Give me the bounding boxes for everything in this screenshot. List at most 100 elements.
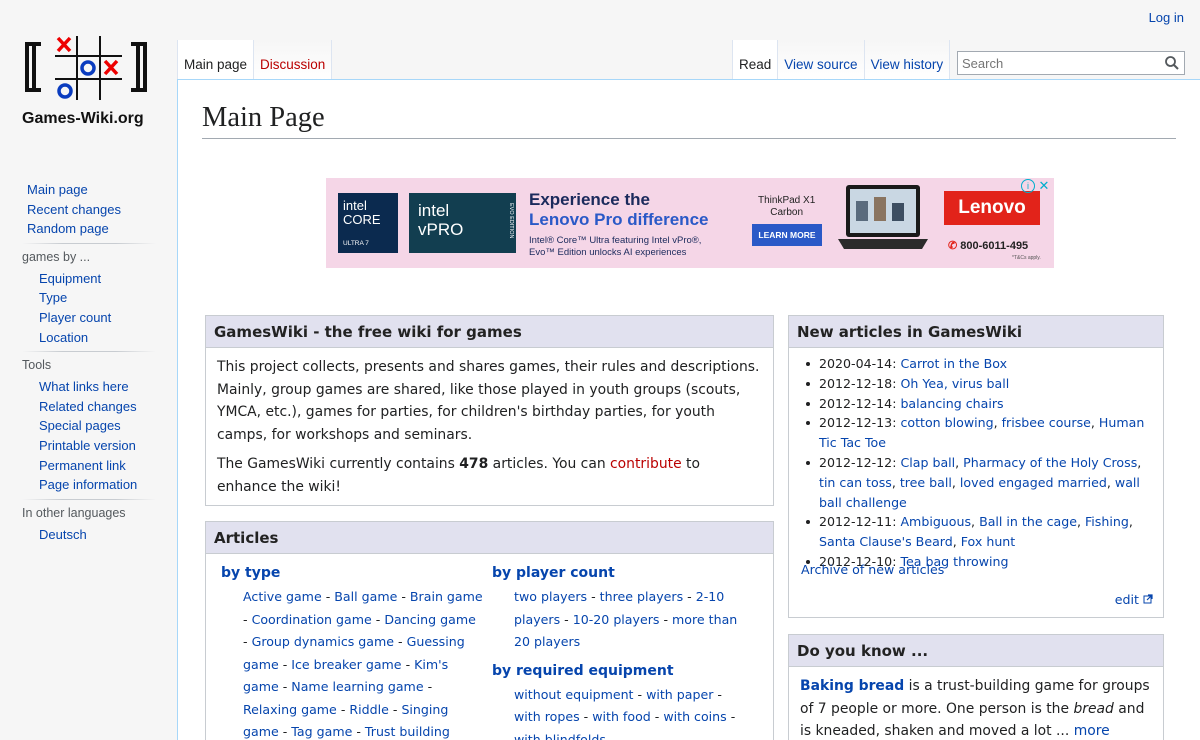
article-link-tree-ball[interactable]: tree ball — [900, 475, 952, 490]
search-input[interactable] — [958, 52, 1158, 74]
article-link-oh-yea-virus-ball[interactable]: Oh Yea, virus ball — [900, 376, 1009, 391]
separator: , — [1106, 474, 1115, 490]
divider — [22, 351, 156, 353]
by-equipment-heading[interactable]: by required equipment — [492, 658, 770, 684]
category-link-with-ropes[interactable]: with ropes — [514, 709, 580, 724]
edit-link[interactable]: edit — [1115, 592, 1139, 607]
category-link-riddle[interactable]: Riddle — [349, 702, 389, 717]
category-link-10-20-players[interactable]: 10-20 players — [573, 612, 660, 627]
sidebar-item-location[interactable]: Location — [39, 330, 88, 345]
by-player-count-heading[interactable]: by player count — [492, 560, 770, 586]
article-link-carrot-in-the-box[interactable]: Carrot in the Box — [900, 356, 1007, 371]
separator: - — [352, 724, 365, 739]
search-box — [957, 51, 1185, 75]
article-link-loved-engaged-married[interactable]: loved engaged married — [960, 475, 1107, 490]
separator: - — [388, 701, 402, 717]
sidebar-item-printable-version[interactable]: Printable version — [39, 438, 136, 453]
category-link-two-players[interactable]: two players — [514, 589, 587, 604]
article-date: 2012-12-13: — [819, 415, 901, 431]
category-link-tag-game[interactable]: Tag game — [291, 724, 352, 739]
category-link-with-paper[interactable]: with paper — [646, 687, 713, 702]
advertisement-banner[interactable]: intel CORE ULTRA 7 intel vPRO EVO EDITIO… — [326, 178, 1054, 268]
learn-more-button[interactable]: LEARN MORE — [752, 224, 822, 246]
separator: , — [951, 474, 960, 490]
article-date: 2012-12-12: — [819, 454, 901, 470]
sidebar-item-what-links-here[interactable]: What links here — [39, 379, 129, 394]
article-link-fishing[interactable]: Fishing — [1085, 514, 1129, 529]
article-link-cotton-blowing[interactable]: cotton blowing — [900, 415, 993, 430]
category-link-group-dynamics-game[interactable]: Group dynamics game — [252, 634, 394, 649]
ad-product-line2: Carbon — [770, 207, 804, 218]
intel-vpro-badge: intel vPRO EVO EDITION — [409, 193, 516, 253]
portal-heading: Tools — [22, 358, 52, 373]
category-link-ball-game[interactable]: Ball game — [334, 589, 397, 604]
category-link-with-coins[interactable]: with coins — [663, 709, 726, 724]
separator: - — [243, 611, 252, 627]
sidebar-games-by: games by ... Equipment Type Player count… — [22, 249, 156, 353]
separator: - — [336, 701, 350, 717]
article-link-ball-in-the-cage[interactable]: Ball in the cage — [979, 514, 1077, 529]
sidebar-item-recent-changes[interactable]: Recent changes — [27, 202, 121, 217]
sidebar-item-page-information[interactable]: Page information — [39, 477, 137, 492]
by-player-count-list: two players - three players - 2-10 playe… — [492, 586, 754, 654]
ad-product-line1: ThinkPad X1 — [758, 195, 816, 206]
category-link-with-food[interactable]: with food — [592, 709, 651, 724]
sidebar-item-related-changes[interactable]: Related changes — [39, 399, 137, 414]
ad-info-icon[interactable]: i — [1021, 179, 1035, 193]
article-link-frisbee-course[interactable]: frisbee course — [1002, 415, 1091, 430]
featured-game-link[interactable]: Baking bread — [800, 678, 904, 694]
ad-subtext-line2: Evo™ Edition unlocks AI experiences — [529, 247, 687, 258]
tab-view-source[interactable]: View source — [777, 40, 864, 80]
article-link-ambiguous[interactable]: Ambiguous — [900, 514, 971, 529]
category-link-ice-breaker-game[interactable]: Ice breaker game — [291, 657, 401, 672]
intel-vpro-label: intel vPRO — [418, 201, 464, 239]
new-articles-heading: New articles in GamesWiki — [789, 316, 1163, 348]
sidebar-item-main-page[interactable]: Main page — [27, 182, 88, 197]
ad-product-name: ThinkPad X1 Carbon — [758, 195, 815, 219]
separator: - — [278, 656, 292, 672]
tab-view-history[interactable]: View history — [863, 40, 951, 80]
sidebar-item-equipment[interactable]: Equipment — [39, 271, 101, 286]
article-link-tin-can-toss[interactable]: tin can toss — [819, 475, 892, 490]
category-link-name-learning-game[interactable]: Name learning game — [291, 679, 423, 694]
tab-main-page[interactable]: Main page — [177, 40, 254, 80]
sidebar-item-type[interactable]: Type — [39, 290, 67, 305]
category-link-active-game[interactable]: Active game — [243, 589, 322, 604]
articles-heading: Articles — [206, 522, 773, 554]
list-item: 2012-12-11: Ambiguous, Ball in the cage,… — [801, 512, 1153, 552]
separator: - — [726, 709, 736, 724]
category-link-relaxing-game[interactable]: Relaxing game — [243, 702, 337, 717]
article-link-clap-ball[interactable]: Clap ball — [900, 455, 955, 470]
sidebar-item-player-count[interactable]: Player count — [39, 310, 111, 325]
category-link-with-blindfolds[interactable]: with blindfolds — [514, 732, 606, 740]
sidebar-item-special-pages[interactable]: Special pages — [39, 418, 121, 433]
category-link-coordination-game[interactable]: Coordination game — [252, 612, 372, 627]
search-icon[interactable] — [1164, 55, 1180, 75]
portal-heading: games by ... — [22, 249, 91, 264]
sidebar-item-permanent-link[interactable]: Permanent link — [39, 458, 126, 473]
ad-headline-line1: Experience the — [529, 190, 650, 209]
article-link-balancing-chairs[interactable]: balancing chairs — [900, 396, 1003, 411]
category-link-dancing-game[interactable]: Dancing game — [384, 612, 476, 627]
list-item: 2012-12-12: Clap ball, Pharmacy of the H… — [801, 453, 1153, 512]
contribute-link[interactable]: contribute — [610, 456, 682, 472]
archive-link[interactable]: Archive of new articles — [801, 562, 944, 577]
tab-discussion[interactable]: Discussion — [253, 40, 333, 80]
category-link-without-equipment[interactable]: without equipment — [514, 687, 634, 702]
more-link[interactable]: more — [1074, 723, 1110, 739]
category-link-brain-game[interactable]: Brain game — [410, 589, 483, 604]
article-link-fox-hunt[interactable]: Fox hunt — [961, 534, 1015, 549]
article-link-santa-clause-s-beard[interactable]: Santa Clause's Beard — [819, 534, 953, 549]
by-type-heading[interactable]: by type — [221, 560, 483, 586]
ad-close-icon[interactable]: ✕ — [1037, 179, 1051, 193]
evo-label: EVO EDITION — [508, 203, 514, 239]
category-link-three-players[interactable]: three players — [600, 589, 683, 604]
do-you-know-box: Do you know ... Baking bread is a trust-… — [788, 634, 1164, 740]
sidebar-item-deutsch[interactable]: Deutsch — [39, 527, 87, 542]
site-logo[interactable]: Games-Wiki.org — [0, 0, 176, 160]
login-link[interactable]: Log in — [1149, 10, 1184, 25]
sidebar-item-random-page[interactable]: Random page — [27, 221, 109, 236]
list-item: 2012-12-13: cotton blowing, frisbee cour… — [801, 413, 1153, 453]
tab-read[interactable]: Read — [732, 40, 778, 80]
article-link-pharmacy-of-the-holy-cross[interactable]: Pharmacy of the Holy Cross — [963, 455, 1137, 470]
